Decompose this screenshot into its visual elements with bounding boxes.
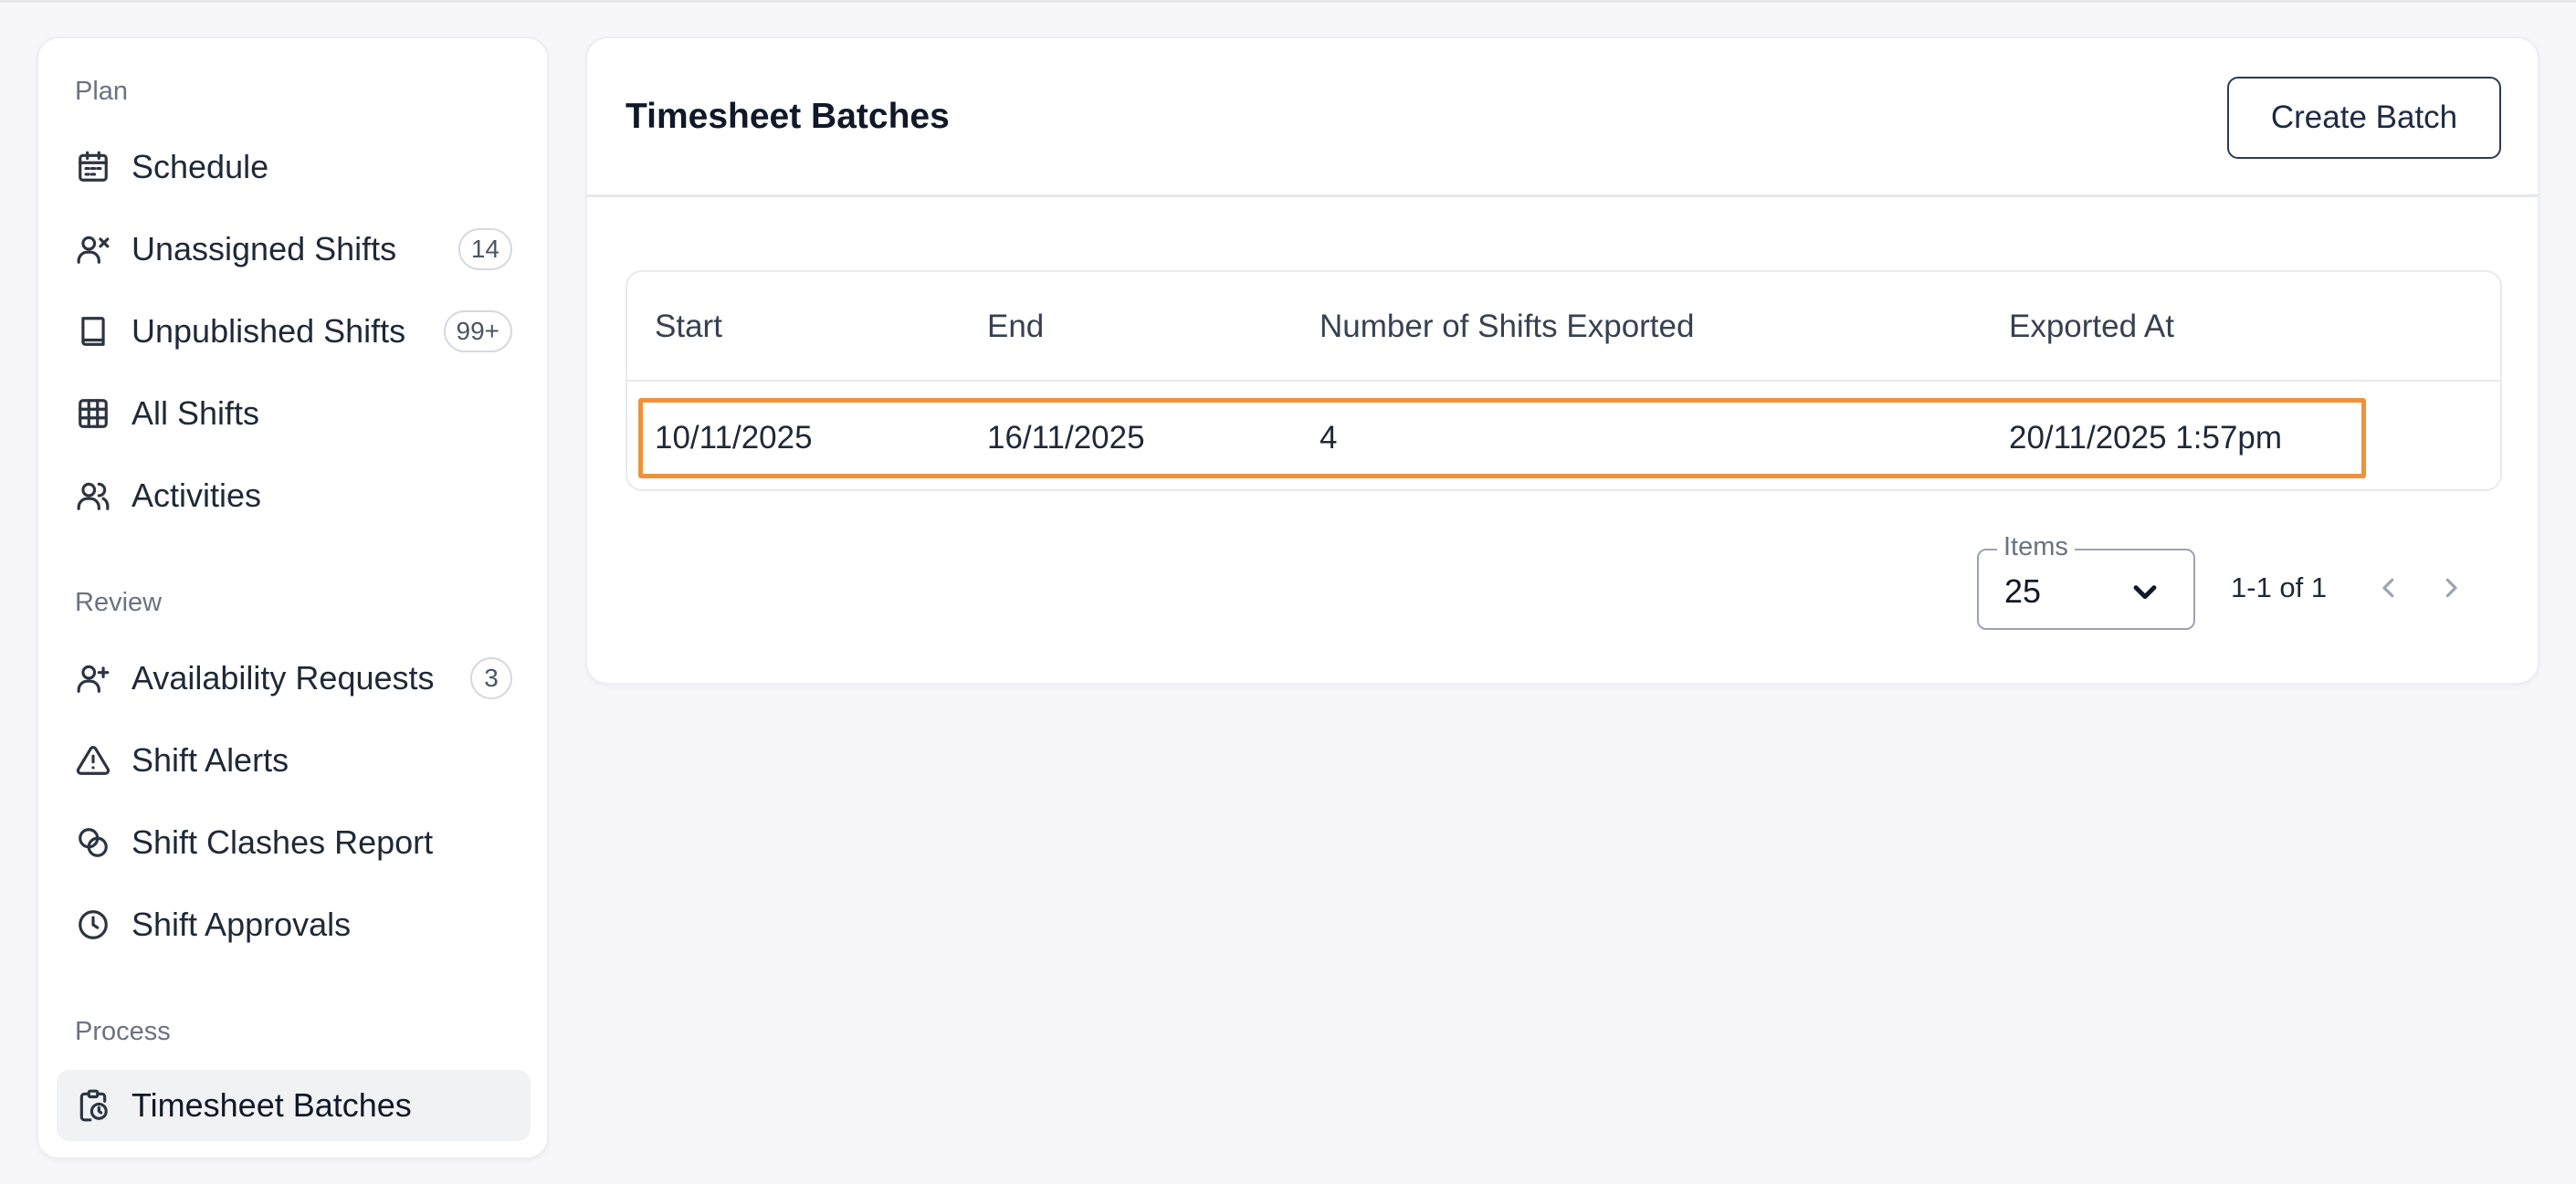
user-x-icon (75, 231, 111, 267)
table-grid-icon (75, 395, 111, 432)
sidebar-item-label: Shift Alerts (131, 741, 289, 779)
calendar-icon (75, 149, 111, 185)
sidebar-item-label: Unpublished Shifts (131, 312, 406, 350)
cell-end: 16/11/2025 (987, 420, 1145, 456)
section-title-plan: Plan (75, 77, 129, 106)
chevron-right-icon (2445, 578, 2457, 598)
items-per-page-select[interactable]: Items 25 (1977, 532, 2195, 630)
section-title-review: Review (75, 588, 163, 617)
clock-icon (75, 906, 111, 943)
count-badge: 99+ (443, 310, 512, 352)
sidebar-item-shift-clashes-report[interactable]: Shift Clashes Report (57, 807, 531, 878)
count-badge: 3 (470, 657, 512, 699)
sidebar-item-label: Schedule (131, 148, 269, 185)
top-divider (0, 0, 2576, 3)
sidebar-item-label: Timesheet Batches (131, 1086, 412, 1124)
sidebar-item-all-shifts[interactable]: All Shifts (57, 378, 531, 449)
sidebar-item-label: Availability Requests (131, 659, 435, 697)
chevron-left-icon (2382, 578, 2394, 598)
table-header: Start End Number of Shifts Exported Expo… (627, 272, 2500, 382)
user-plus-icon (75, 660, 111, 697)
book-icon (75, 313, 111, 350)
card-header: Timesheet Batches Create Batch (587, 38, 2538, 197)
sidebar-item-shift-approvals[interactable]: Shift Approvals (57, 889, 531, 960)
column-header-shifts-exported[interactable]: Number of Shifts Exported (1320, 309, 1694, 345)
create-batch-button[interactable]: Create Batch (2227, 77, 2501, 159)
sidebar-item-unassigned-shifts[interactable]: Unassigned Shifts 14 (57, 214, 531, 285)
warning-triangle-icon (75, 742, 111, 779)
cell-shifts-exported: 4 (1320, 420, 1338, 456)
clipboard-clock-icon (75, 1087, 111, 1124)
section-title-process: Process (75, 1017, 171, 1046)
sidebar-item-label: All Shifts (131, 394, 260, 432)
sidebar-item-label: Shift Clashes Report (131, 823, 434, 861)
chevron-down-icon (2129, 576, 2161, 607)
sidebar-item-shift-alerts[interactable]: Shift Alerts (57, 725, 531, 796)
users-icon (75, 477, 111, 514)
count-badge: 14 (457, 228, 512, 270)
cell-exported-at: 20/11/2025 1:57pm (2009, 420, 2283, 456)
sidebar-item-label: Unassigned Shifts (131, 230, 397, 267)
sidebar-item-schedule[interactable]: Schedule (57, 131, 531, 203)
overlap-circles-icon (75, 824, 111, 861)
sidebar-item-availability-requests[interactable]: Availability Requests 3 (57, 643, 531, 714)
items-per-page-value: 25 (2004, 572, 2042, 610)
pagination-range: 1-1 of 1 (2231, 571, 2328, 603)
sidebar-item-label: Shift Approvals (131, 906, 352, 943)
table-row[interactable]: 10/11/2025 16/11/2025 4 20/11/2025 1:57p… (627, 383, 2500, 489)
next-page-button[interactable] (2433, 570, 2469, 606)
batches-table: Start End Number of Shifts Exported Expo… (626, 270, 2502, 491)
column-header-end[interactable]: End (987, 309, 1044, 345)
page-title: Timesheet Batches (626, 97, 950, 136)
column-header-start[interactable]: Start (655, 309, 722, 345)
sidebar-item-unpublished-shifts[interactable]: Unpublished Shifts 99+ (57, 296, 531, 367)
timesheet-batches-card: Timesheet Batches Create Batch Start End… (585, 37, 2539, 685)
sidebar: Plan Schedule Unassigned Shifts 14 Unpub… (37, 37, 549, 1159)
items-per-page-label: Items (1997, 532, 2075, 562)
previous-page-button[interactable] (2371, 570, 2407, 606)
cell-start: 10/11/2025 (655, 420, 813, 456)
sidebar-item-timesheet-batches[interactable]: Timesheet Batches (57, 1070, 531, 1141)
sidebar-item-activities[interactable]: Activities (57, 460, 531, 531)
column-header-exported-at[interactable]: Exported At (2009, 309, 2174, 345)
sidebar-item-label: Activities (131, 477, 262, 514)
